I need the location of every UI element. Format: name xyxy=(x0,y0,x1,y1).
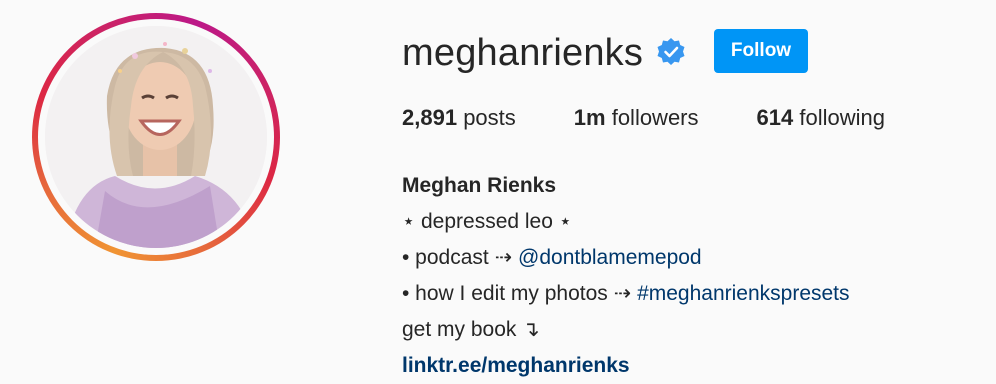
profile-full-name: Meghan Rienks xyxy=(402,174,557,197)
profile-bio: Meghan Rienks ⋆ depressed leo ⋆ • podcas… xyxy=(402,168,850,384)
following-stat[interactable]: 614 following xyxy=(757,104,885,132)
verified-badge-icon xyxy=(657,38,685,65)
profile-username: meghanrienks xyxy=(402,32,644,74)
posts-count: 2,891 xyxy=(402,105,458,130)
mention-link[interactable]: @dontblamemepod xyxy=(518,246,702,269)
bio-line: ⋆ depressed leo ⋆ xyxy=(402,210,572,233)
follow-button[interactable]: Follow xyxy=(714,29,808,73)
following-count[interactable]: 614 xyxy=(757,105,794,130)
followers-stat[interactable]: 1m followers xyxy=(574,104,699,132)
posts-label: posts xyxy=(463,105,516,130)
bio-text: • podcast ⇢ xyxy=(402,246,519,269)
profile-stats: 2,891 posts 1m followers 614 following xyxy=(402,104,943,132)
bio-line-presets: • how I edit my photos ⇢ #meghanrienkspr… xyxy=(402,276,850,312)
profile-photo-icon xyxy=(45,26,267,248)
following-label[interactable]: following xyxy=(799,105,885,130)
avatar-story-ring[interactable] xyxy=(32,13,280,261)
bio-line-podcast: • podcast ⇢ @dontblamemepod xyxy=(402,240,850,276)
bio-text: • how I edit my photos ⇢ xyxy=(402,282,638,305)
website-link[interactable]: linktr.ee/meghanrienks xyxy=(402,348,850,384)
avatar-gap xyxy=(38,19,274,255)
bio-line-book: get my book ↴ xyxy=(402,318,540,341)
avatar[interactable] xyxy=(45,26,267,248)
followers-count[interactable]: 1m xyxy=(574,105,606,130)
hashtag-link[interactable]: #meghanrienkspresets xyxy=(637,282,849,305)
posts-stat: 2,891 posts xyxy=(402,104,516,132)
followers-label[interactable]: followers xyxy=(612,105,699,130)
